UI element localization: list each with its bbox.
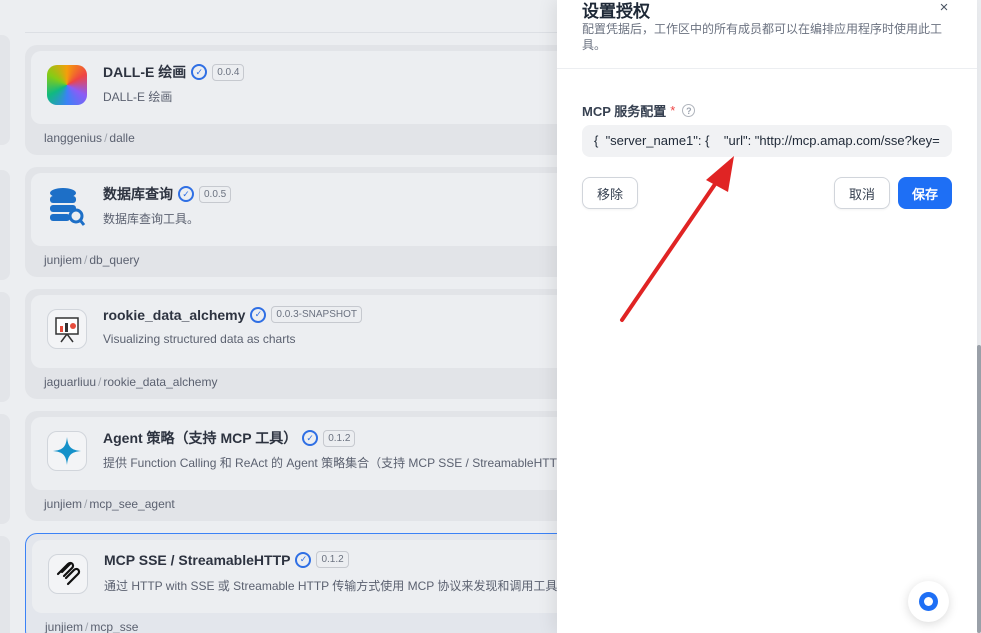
tool-description: 提供 Function Calling 和 ReAct 的 Agent 策略集合…: [103, 456, 565, 470]
close-icon[interactable]: ×: [935, 0, 953, 18]
tool-card-body: rookie_data_alchemy ✓ 0.0.3-SNAPSHOT Vis…: [31, 295, 579, 368]
author-name: junjiem: [44, 253, 83, 267]
required-mark: *: [670, 103, 676, 118]
verified-icon: ✓: [178, 186, 194, 202]
tool-description: 通过 HTTP with SSE 或 Streamable HTTP 传输方式使…: [104, 579, 570, 593]
tool-title: 数据库查询 ✓ 0.0.5: [103, 184, 232, 204]
tool-card-mcp-sse[interactable]: MCP SSE / StreamableHTTP ✓ 0.1.2 通过 HTTP…: [25, 533, 585, 633]
tool-title: DALL-E 绘画 ✓ 0.0.4: [103, 62, 245, 82]
chart-board-icon: [47, 309, 87, 349]
mcp-config-input[interactable]: { "server_name1": { "url": "http://mcp.a…: [582, 125, 952, 157]
tool-name: DALL-E 绘画: [103, 64, 187, 80]
tool-card-dalle[interactable]: DALL-E 绘画 ✓ 0.0.4 DALL-E 绘画 langgenius / d…: [25, 45, 585, 155]
database-icon: [47, 187, 87, 227]
tool-author: junjiem / mcp_see_agent: [44, 497, 175, 511]
tool-slug: mcp_sse: [90, 620, 139, 633]
tool-author: langgenius / dalle: [44, 131, 135, 145]
tool-author: junjiem / mcp_sse: [45, 620, 139, 633]
tool-slug: db_query: [89, 253, 140, 267]
tool-slug: mcp_see_agent: [89, 497, 175, 511]
drawer-header: 设置授权 配置凭据后，工作区中的所有成员都可以在编排应用程序时使用此工具。 ×: [557, 0, 977, 69]
chat-assistant-button[interactable]: [908, 581, 949, 622]
tool-author: junjiem / db_query: [44, 253, 140, 267]
dalle-icon: [47, 65, 87, 105]
tool-name: rookie_data_alchemy: [103, 306, 246, 323]
author-name: jaguarliuu: [44, 375, 97, 389]
tool-name: 数据库查询: [103, 186, 173, 202]
tool-title: MCP SSE / StreamableHTTP ✓ 0.1.2: [104, 551, 349, 568]
verified-icon: ✓: [302, 430, 319, 446]
left-panel-edge: [0, 536, 10, 633]
author-name: langgenius: [44, 131, 103, 145]
mcp-icon: [48, 554, 88, 594]
tool-author: jaguarliuu / rookie_data_alchemy: [44, 375, 218, 389]
verified-icon: ✓: [191, 64, 208, 80]
tool-card-body: DALL-E 绘画 ✓ 0.0.4 DALL-E 绘画: [31, 51, 579, 124]
tool-name: Agent 策略（支持 MCP 工具）: [103, 430, 298, 446]
cancel-button[interactable]: 取消: [834, 177, 890, 209]
tool-title: rookie_data_alchemy ✓ 0.0.3-SNAPSHOT: [103, 306, 362, 323]
help-icon[interactable]: ?: [682, 104, 696, 117]
divider: [25, 32, 565, 33]
tool-description: DALL-E 绘画: [103, 90, 173, 104]
tool-slug: rookie_data_alchemy: [103, 375, 218, 389]
version-badge: 0.1.2: [316, 551, 349, 568]
field-label-text: MCP 服务配置: [582, 104, 667, 119]
tool-card-rookie-data-alchemy[interactable]: rookie_data_alchemy ✓ 0.0.3-SNAPSHOT Vis…: [25, 289, 585, 399]
save-button[interactable]: 保存: [898, 177, 952, 209]
tool-slug: dalle: [109, 131, 135, 145]
tool-description: Visualizing structured data as charts: [103, 332, 296, 346]
tool-title: Agent 策略（支持 MCP 工具） ✓ 0.1.2: [103, 428, 356, 448]
version-badge: 0.0.5: [199, 185, 232, 203]
version-badge: 0.1.2: [323, 429, 356, 447]
version-badge: 0.0.3-SNAPSHOT: [271, 306, 362, 323]
drawer-subtitle: 配置凭据后，工作区中的所有成员都可以在编排应用程序时使用此工具。: [582, 22, 943, 52]
remove-button[interactable]: 移除: [582, 177, 638, 209]
verified-icon: ✓: [295, 551, 312, 568]
left-panel-edge: [0, 35, 10, 145]
tool-description: 数据库查询工具。: [103, 212, 200, 226]
sparkle-icon: [47, 431, 87, 471]
mcp-config-label: MCP 服务配置 * ?: [582, 101, 696, 120]
left-panel-edge: [0, 414, 10, 524]
tool-card-agent-strategy[interactable]: Agent 策略（支持 MCP 工具） ✓ 0.1.2 提供 Function …: [25, 411, 585, 521]
left-panel-edge: [0, 292, 10, 402]
tool-card-body: Agent 策略（支持 MCP 工具） ✓ 0.1.2 提供 Function …: [31, 417, 579, 490]
verified-icon: ✓: [250, 306, 267, 323]
tool-name: MCP SSE / StreamableHTTP: [104, 551, 291, 568]
version-badge: 0.0.4: [212, 63, 245, 81]
author-name: junjiem: [45, 620, 84, 633]
auth-settings-drawer: 设置授权 配置凭据后，工作区中的所有成员都可以在编排应用程序时使用此工具。 × …: [557, 0, 977, 633]
tool-card-db-query[interactable]: 数据库查询 ✓ 0.0.5 数据库查询工具。 junjiem / db_query: [25, 167, 585, 277]
tool-card-body: MCP SSE / StreamableHTTP ✓ 0.1.2 通过 HTTP…: [32, 540, 578, 613]
left-panel-edge: [0, 170, 10, 280]
scrollbar[interactable]: [977, 345, 981, 633]
chat-bubble-icon: [919, 592, 938, 611]
drawer-title: 设置授权: [582, 2, 650, 21]
author-name: junjiem: [44, 497, 83, 511]
tool-card-body: 数据库查询 ✓ 0.0.5 数据库查询工具。: [31, 173, 579, 246]
